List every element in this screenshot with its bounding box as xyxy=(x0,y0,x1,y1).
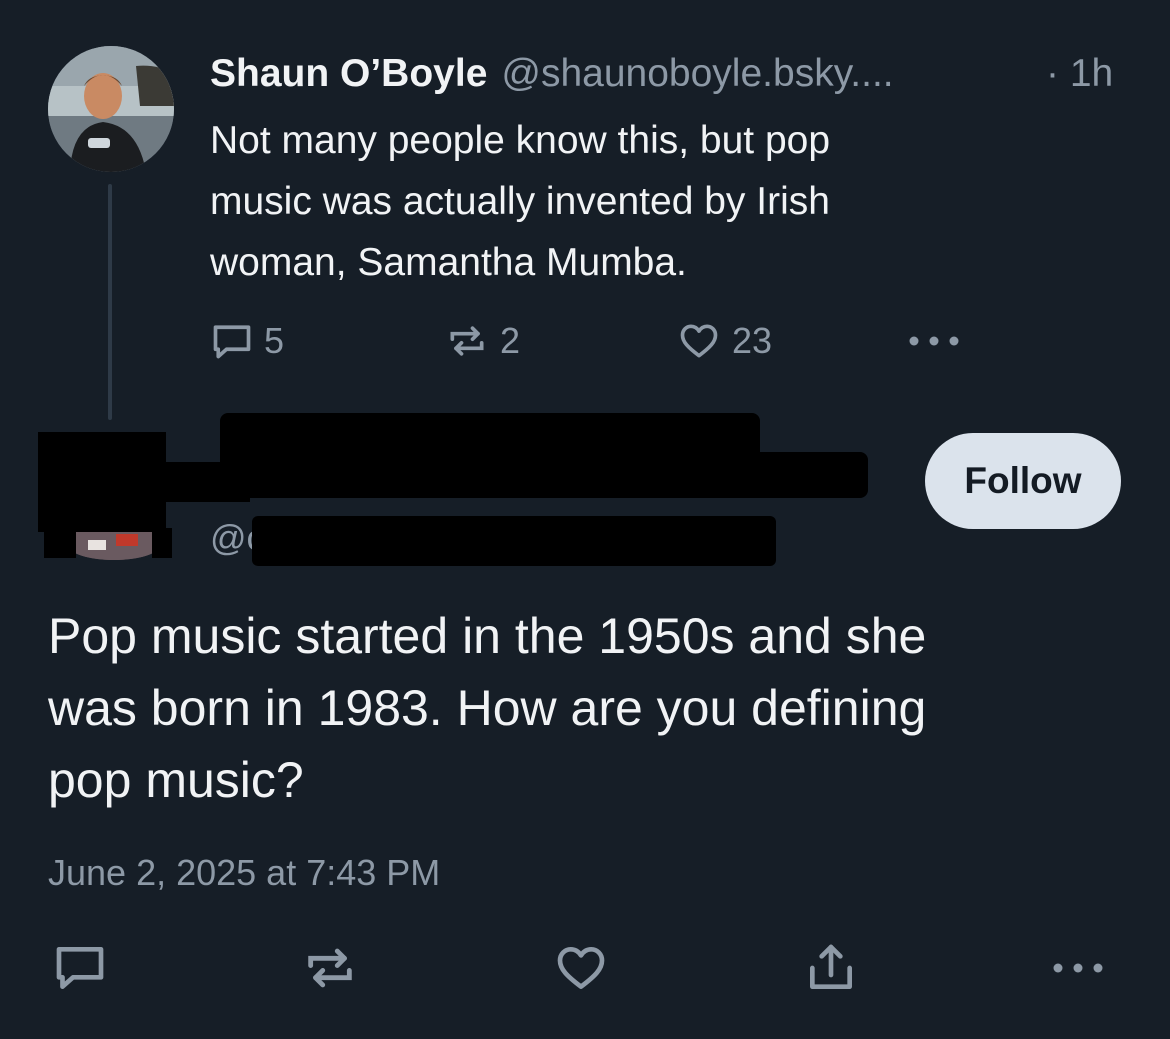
heart-icon xyxy=(557,947,605,989)
like-button[interactable]: 23 xyxy=(676,318,772,364)
reply-text-line: pop music? xyxy=(48,752,304,808)
share-button[interactable] xyxy=(801,938,861,998)
ellipsis-icon xyxy=(1053,963,1103,973)
reply-text-line: Pop music started in the 1950s and she xyxy=(48,608,927,664)
reply-button[interactable] xyxy=(50,938,110,998)
repost-arrows-icon xyxy=(308,948,352,988)
thread-line xyxy=(108,184,112,420)
speech-bubble-icon xyxy=(213,325,251,359)
redaction-bar xyxy=(38,432,166,532)
reply-text-line: was born in 1983. How are you defining xyxy=(48,680,927,736)
avatar-photo-icon xyxy=(48,46,174,172)
post-header: Shaun O’Boyle @shaunoboyle.bsky.... xyxy=(210,46,894,102)
author-name[interactable]: Shaun O’Boyle xyxy=(210,52,487,96)
like-count: 23 xyxy=(732,320,773,361)
avatar-photo-icon xyxy=(68,530,160,560)
redaction-bar xyxy=(232,452,868,498)
post-text-line: Not many people know this, but pop xyxy=(210,119,831,162)
redaction-bar xyxy=(44,528,76,558)
author-handle[interactable]: @shaunoboyle.bsky.... xyxy=(501,52,893,96)
redaction-bar xyxy=(160,462,250,502)
more-options-button[interactable] xyxy=(906,318,962,364)
heart-icon xyxy=(680,324,718,358)
speech-bubble-icon xyxy=(56,947,104,989)
author-avatar[interactable] xyxy=(48,46,174,172)
repost-arrows-icon xyxy=(450,326,484,356)
post-time: · 1h xyxy=(1046,52,1114,95)
reply-text: Pop music started in the 1950s and she w… xyxy=(48,600,1128,816)
reply-author-avatar[interactable] xyxy=(68,530,160,560)
repost-count: 2 xyxy=(500,320,521,361)
reply-timestamp[interactable]: June 2, 2025 at 7:43 PM xyxy=(48,848,440,898)
post-text: Not many people know this, but pop music… xyxy=(210,110,1110,293)
post-text-line: music was actually invented by Irish xyxy=(210,180,830,223)
more-options-button[interactable] xyxy=(1048,938,1108,998)
redaction-bar xyxy=(252,516,776,566)
repost-button[interactable] xyxy=(300,938,360,998)
follow-button[interactable]: Follow xyxy=(925,433,1121,529)
ellipsis-icon xyxy=(909,336,959,346)
share-icon xyxy=(810,944,852,989)
post-text-line: woman, Samantha Mumba. xyxy=(210,241,687,284)
like-button[interactable] xyxy=(551,938,611,998)
reply-count: 5 xyxy=(264,320,285,361)
repost-button[interactable]: 2 xyxy=(444,318,520,364)
redaction-bar xyxy=(152,528,172,558)
reply-button[interactable]: 5 xyxy=(210,318,284,364)
